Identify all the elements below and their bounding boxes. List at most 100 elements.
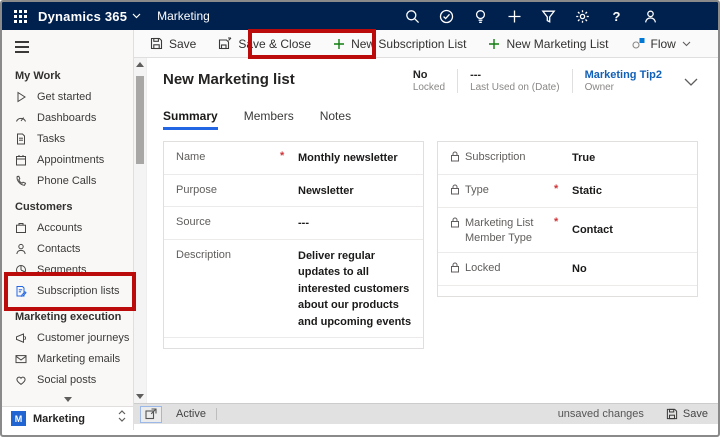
add-icon[interactable] (507, 9, 522, 24)
owner-link[interactable]: Marketing Tip2 (585, 69, 662, 81)
save-close-icon (218, 37, 232, 50)
help-icon[interactable]: ? (609, 9, 624, 24)
top-nav-bar: Dynamics 365 Marketing ? (2, 2, 718, 30)
list-settings-section-card: Subscription True Type * (437, 141, 698, 297)
waffle-menu-icon[interactable] (14, 10, 27, 23)
sidebar-item-segments[interactable]: Segments (2, 259, 133, 280)
plus-icon (333, 38, 345, 50)
field-row-member-type: Marketing List Member Type * Contact (438, 208, 697, 254)
header-summary-fields: No Locked --- Last Used on (Date) Market… (401, 69, 698, 93)
scroll-down-icon[interactable] (136, 394, 144, 399)
locked-field-value: No (566, 261, 687, 278)
section-title-customers: Customers (2, 191, 133, 217)
save-and-close-button[interactable]: Save & Close (218, 37, 311, 51)
unsaved-changes-label: unsaved changes (558, 408, 644, 420)
list-edit-icon (15, 285, 27, 297)
new-subscription-list-button[interactable]: New Subscription List (333, 37, 466, 51)
sidebar-item-subscription-lists[interactable]: Subscription lists (2, 280, 133, 301)
form-tabs: Summary Members Notes (163, 109, 698, 130)
lightbulb-icon[interactable] (473, 9, 488, 24)
header-field-locked: No Locked (401, 69, 457, 93)
lock-icon (450, 184, 460, 200)
tab-notes[interactable]: Notes (320, 109, 351, 130)
general-section-card: Name * Monthly newsletter Purpose Newsle… (163, 141, 424, 349)
header-field-last-used: --- Last Used on (Date) (457, 69, 572, 93)
flow-button[interactable]: Flow (631, 37, 691, 51)
tab-summary[interactable]: Summary (163, 109, 218, 130)
brand-title[interactable]: Dynamics 365 (38, 9, 127, 24)
field-row-description: Description Deliver regular updates to a… (164, 240, 423, 339)
sidebar-item-phone-calls[interactable]: Phone Calls (2, 170, 133, 191)
statusbar-save-button[interactable]: Save (666, 408, 708, 420)
section-title-marketing-execution: Marketing execution (2, 301, 133, 327)
sidebar-item-marketing-emails[interactable]: Marketing emails (2, 348, 133, 369)
save-button[interactable]: Save (150, 37, 196, 51)
name-field-value[interactable]: Monthly newsletter (292, 150, 413, 167)
sidebar-item-accounts[interactable]: Accounts (2, 217, 133, 238)
scrollbar-thumb[interactable] (136, 76, 144, 164)
phone-icon (15, 175, 27, 187)
required-asterisk: * (554, 216, 566, 228)
account-person-icon[interactable] (643, 9, 658, 24)
page-title: New Marketing list (163, 69, 401, 88)
area-switch-chevrons-icon[interactable] (117, 409, 127, 428)
tab-members[interactable]: Members (244, 109, 294, 130)
settings-gear-icon[interactable] (575, 9, 590, 24)
pie-chart-icon (15, 264, 27, 276)
description-field-value[interactable]: Deliver regular updates to all intereste… (292, 248, 413, 331)
search-icon[interactable] (405, 9, 420, 24)
field-row-source: Source --- (164, 207, 423, 240)
advisor-check-icon[interactable] (439, 9, 454, 24)
play-icon (15, 91, 27, 103)
save-floppy-icon (150, 37, 163, 50)
sidebar-item-tasks[interactable]: Tasks (2, 128, 133, 149)
area-switcher[interactable]: M Marketing (2, 406, 133, 430)
filter-icon[interactable] (541, 9, 556, 24)
sidebar-item-dashboards[interactable]: Dashboards (2, 107, 133, 128)
sidebar-item-appointments[interactable]: Appointments (2, 149, 133, 170)
area-label: Marketing (33, 413, 117, 425)
briefcase-icon (15, 222, 27, 234)
heart-icon (15, 374, 27, 386)
plus-icon (488, 38, 500, 50)
new-marketing-list-button[interactable]: New Marketing List (488, 37, 608, 51)
sitemap-sidebar: My Work Get started Dashboards Tasks App… (2, 30, 134, 430)
field-row-locked: Locked No (438, 253, 697, 286)
sitemap-scroll-down-icon[interactable] (64, 397, 72, 402)
source-field-value[interactable]: --- (292, 215, 413, 232)
sidebar-item-contacts[interactable]: Contacts (2, 238, 133, 259)
sidebar-item-social-posts[interactable]: Social posts (2, 369, 133, 390)
form-scrollbar[interactable] (134, 58, 147, 403)
member-type-field-value: Contact (566, 216, 687, 239)
area-tile-initial: M (11, 411, 26, 426)
app-name[interactable]: Marketing (157, 9, 210, 23)
sitemap-nav: My Work Get started Dashboards Tasks App… (2, 60, 133, 406)
purpose-field-value[interactable]: Newsletter (292, 183, 413, 200)
sitemap-hamburger-icon[interactable] (2, 30, 133, 60)
record-form: New Marketing list No Locked --- Last Us… (147, 58, 718, 403)
lock-icon (450, 217, 460, 246)
field-row-subscription: Subscription True (438, 142, 697, 175)
field-row-type: Type * Static (438, 175, 697, 208)
process-flyout-button[interactable] (140, 406, 162, 423)
save-floppy-icon (666, 408, 678, 420)
type-field-value: Static (566, 183, 687, 200)
scroll-up-icon[interactable] (136, 62, 144, 67)
person-icon (15, 243, 27, 255)
gauge-icon (15, 112, 27, 124)
sidebar-item-get-started[interactable]: Get started (2, 86, 133, 107)
sidebar-item-customer-journeys[interactable]: Customer journeys (2, 327, 133, 348)
envelope-icon (15, 353, 27, 365)
calendar-icon (15, 154, 27, 166)
app-window: Dynamics 365 Marketing ? (0, 0, 720, 437)
flow-icon (631, 37, 645, 50)
status-bar: Active unsaved changes Save (134, 403, 718, 424)
lock-icon (450, 262, 460, 278)
topbar-icon-group: ? (405, 9, 658, 24)
record-status: Active (176, 408, 206, 420)
header-expand-chevron-icon[interactable] (684, 70, 698, 92)
page-icon (15, 133, 27, 145)
megaphone-icon (15, 332, 27, 344)
field-row-name: Name * Monthly newsletter (164, 142, 423, 175)
brand-chevron-down-icon[interactable] (132, 13, 141, 19)
